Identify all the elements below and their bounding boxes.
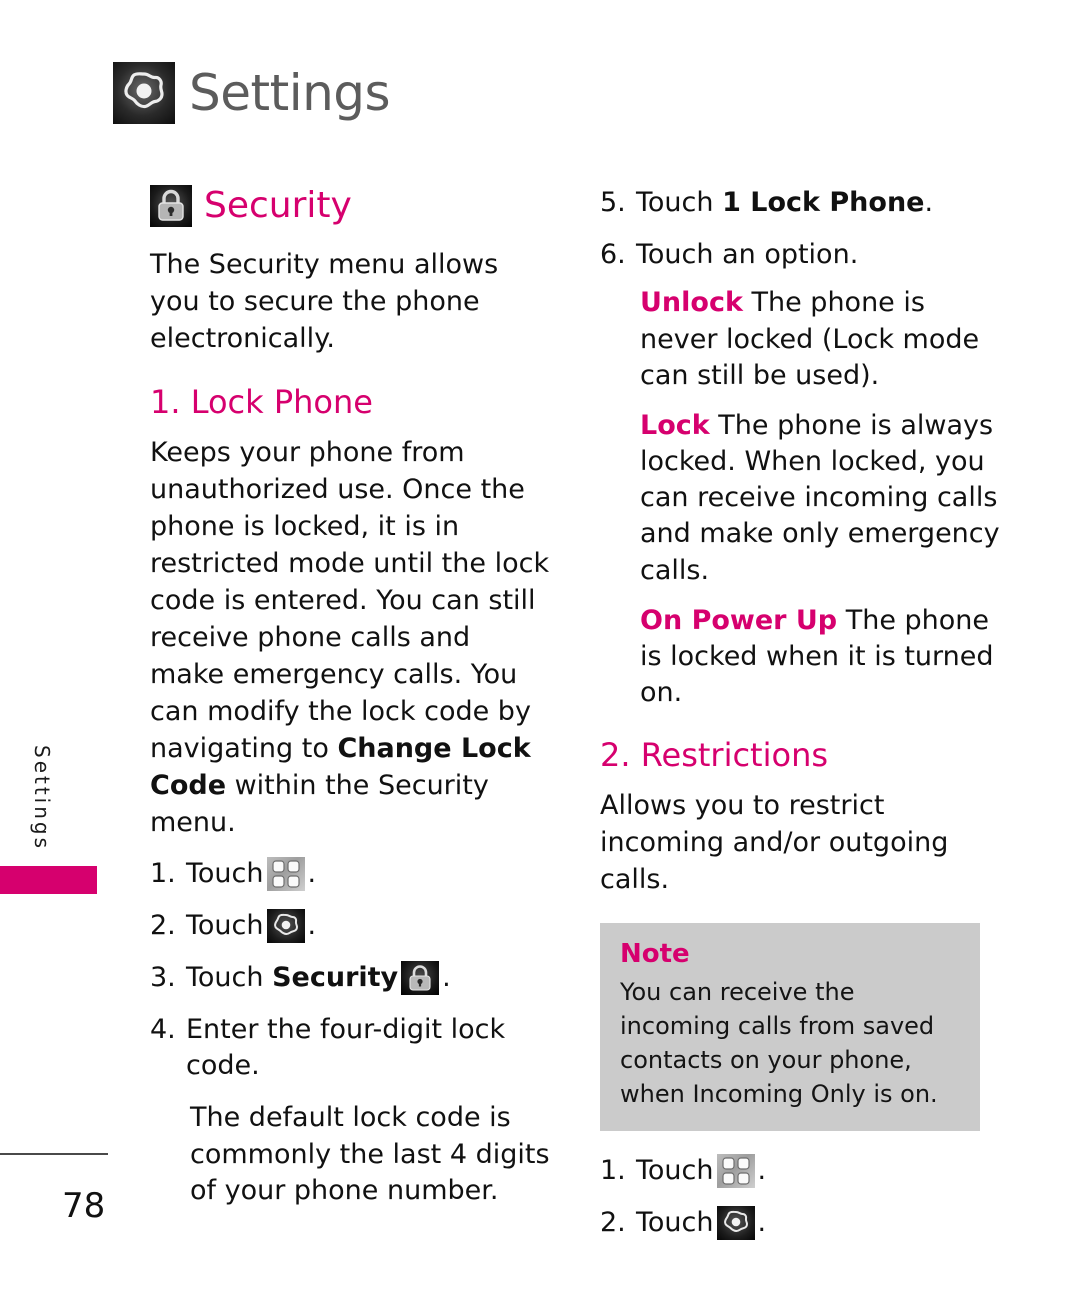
page-title: Settings — [189, 64, 391, 122]
option-on-power-up: On Power Up The phone is locked when it … — [640, 603, 1000, 712]
step-tail: . — [757, 1207, 767, 1239]
list-item: 1. Touch . — [150, 856, 550, 892]
list-item: 1. Touch . — [600, 1153, 1000, 1189]
step-tail: . — [442, 961, 451, 993]
grid-menu-icon — [716, 1154, 755, 1189]
step-tail: . — [924, 187, 934, 218]
padlock-icon — [150, 185, 192, 227]
step-text: Touch . — [636, 1153, 1000, 1189]
step-number: 4. — [150, 1014, 176, 1046]
step-number: 2. — [600, 1207, 626, 1239]
step-label: Touch — [636, 187, 723, 218]
step-text: Touch Security . — [186, 960, 550, 996]
left-column: Security The Security menu allows you to… — [150, 185, 550, 1223]
side-tab-marker — [0, 866, 97, 894]
option-term: Lock — [640, 409, 710, 441]
step-tail: . — [307, 909, 317, 941]
right-column: 5. Touch 1 Lock Phone. 6. Touch an optio… — [600, 185, 1000, 1258]
restrictions-steps: 1. Touch . 2. Touch . — [600, 1153, 1000, 1241]
page-header: Settings — [113, 62, 391, 124]
step-label: Touch — [186, 961, 264, 993]
page-number: 78 — [62, 1186, 106, 1226]
section-heading: Security — [150, 185, 550, 227]
section-title: Security — [204, 185, 352, 226]
step-text: Touch . — [186, 908, 550, 944]
footer-divider — [0, 1153, 108, 1155]
step-text: Enter the four-digit lock code. — [186, 1014, 506, 1082]
list-item: 5. Touch 1 Lock Phone. — [600, 185, 1000, 221]
settings-flower-icon — [266, 908, 305, 943]
note-title: Note — [620, 938, 690, 969]
settings-flower-icon — [113, 62, 175, 124]
settings-flower-icon — [716, 1206, 755, 1241]
restrictions-paragraph: Allows you to restrict incoming and/or o… — [600, 790, 949, 895]
step-bold-target: 1 Lock Phone — [722, 187, 925, 218]
manual-page: Settings Settings Security The Security … — [0, 0, 1080, 1295]
padlock-icon — [401, 960, 440, 995]
step-label: Touch — [186, 909, 264, 941]
step-bold-target: Security — [272, 961, 399, 993]
option-unlock: Unlock The phone is never locked (Lock m… — [640, 285, 1000, 394]
step-text: Touch 1 Lock Phone. — [636, 185, 1000, 221]
lock-phone-paragraph-part1: Keeps your phone from unauthorized use. … — [150, 436, 550, 764]
step-text: Touch . — [186, 856, 550, 892]
grid-menu-icon — [266, 856, 305, 891]
list-item: 6. Touch an option. — [600, 237, 1000, 273]
step-number: 1. — [150, 857, 176, 889]
step-tail: . — [757, 1155, 767, 1187]
step-number: 5. — [600, 187, 626, 218]
section-intro: The Security menu allows you to secure t… — [150, 249, 499, 354]
lock-phone-paragraph: Keeps your phone from unauthorized use. … — [150, 435, 550, 842]
note-box: Note You can receive the incoming calls … — [600, 922, 980, 1132]
option-lock: Lock The phone is always locked. When lo… — [640, 408, 1000, 589]
step-number: 1. — [600, 1155, 626, 1187]
step-label: Touch — [186, 857, 264, 889]
step-number: 3. — [150, 961, 176, 993]
lock-phone-heading: 1. Lock Phone — [150, 382, 373, 421]
option-term: Unlock — [640, 287, 743, 319]
list-item: 2. Touch . — [150, 908, 550, 944]
note-text: You can receive the incoming calls from … — [620, 977, 938, 1109]
step-label: Touch — [636, 1155, 714, 1187]
side-tab-label: Settings — [30, 745, 54, 852]
step-4-note: The default lock code is commonly the la… — [190, 1102, 550, 1206]
step-text: Touch . — [636, 1205, 1000, 1241]
step-text: Touch an option. — [636, 239, 859, 271]
step-number: 6. — [600, 239, 626, 271]
restrictions-heading: 2. Restrictions — [600, 736, 829, 775]
step-tail: . — [307, 857, 317, 889]
option-term: On Power Up — [640, 604, 838, 636]
step-number: 2. — [150, 909, 176, 941]
list-item: 4. Enter the four-digit lock code. — [150, 1012, 550, 1084]
list-item: 3. Touch Security . — [150, 960, 550, 996]
list-item: 2. Touch . — [600, 1205, 1000, 1241]
step-label: Touch — [636, 1207, 714, 1239]
lock-phone-steps: 1. Touch . 2. Touch . 3. Touch Security … — [150, 856, 550, 1085]
